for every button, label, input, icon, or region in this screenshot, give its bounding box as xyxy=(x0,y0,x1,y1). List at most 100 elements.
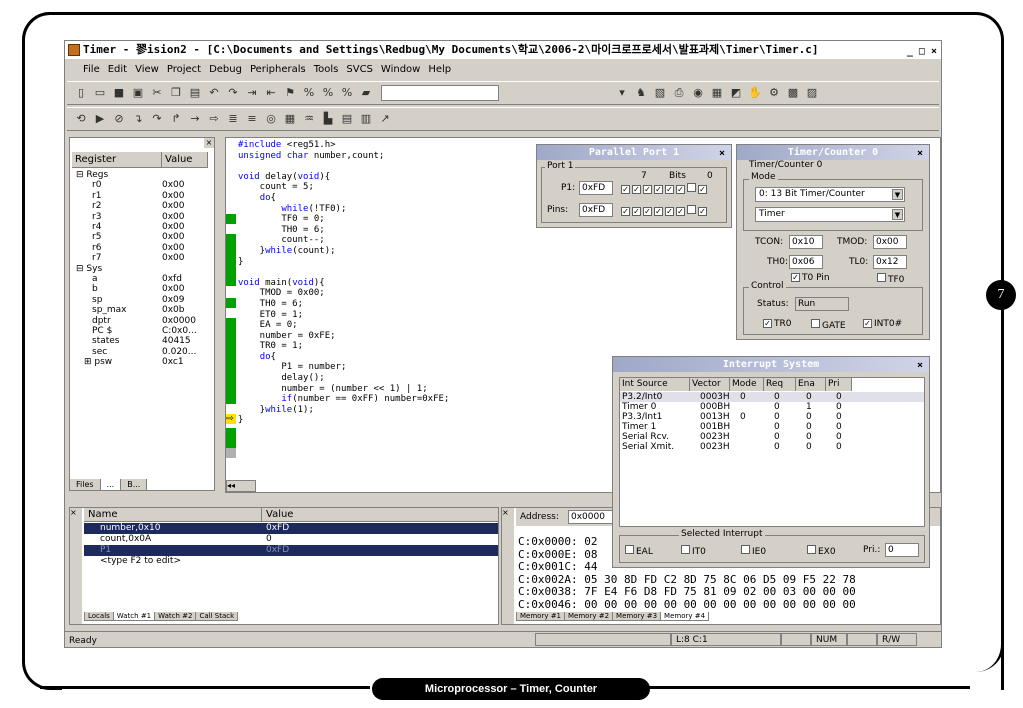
register-name[interactable]: sp xyxy=(92,295,102,305)
serial-window-icon[interactable]: ▥ xyxy=(358,111,374,127)
interrupt-row[interactable]: Timer 1 001BH 0 0 0 xyxy=(620,422,924,432)
bookmark-icon[interactable]: ⚑ xyxy=(282,85,298,101)
port-bit-0-checkbox[interactable]: ✓ xyxy=(698,207,707,216)
memory-dock-close-icon[interactable]: × xyxy=(502,508,514,624)
register-value[interactable]: 0.020... xyxy=(162,347,196,357)
register-value[interactable]: 0x00 xyxy=(162,222,185,232)
watch-name[interactable]: number,0x10 xyxy=(84,523,262,534)
watch-row[interactable]: count,0x0A 0 xyxy=(84,534,498,545)
interrupt-row[interactable]: Timer 0 000BH 0 1 0 xyxy=(620,402,924,412)
code-line[interactable]: TMOD = 0x00; xyxy=(238,288,449,299)
menu-item-edit[interactable]: Edit xyxy=(108,64,127,75)
it0-check-icon[interactable] xyxy=(681,545,690,554)
memory-tab[interactable]: Memory #3 xyxy=(612,612,662,621)
panel-close-icon[interactable]: × xyxy=(204,138,214,148)
code-line[interactable]: number = 0xFE; xyxy=(238,331,449,342)
interrupt-titlebar[interactable]: Interrupt System × xyxy=(613,357,929,372)
menu-item-view[interactable]: View xyxy=(135,64,159,75)
find-combo-input[interactable] xyxy=(381,85,499,101)
code-line[interactable]: if(number == 0xFF) number=0xFE; xyxy=(238,394,449,405)
watch-row[interactable]: number,0x10 0xFD xyxy=(84,523,498,534)
timer-close-icon[interactable]: × xyxy=(917,146,923,161)
watch-header-name[interactable]: Name xyxy=(84,508,262,521)
pins-input[interactable]: 0xFD xyxy=(579,203,613,217)
port-bit-5-checkbox[interactable]: ✓ xyxy=(643,185,652,194)
ie0-checkbox[interactable]: IE0 xyxy=(741,545,766,557)
code-line[interactable]: count--; xyxy=(238,235,449,246)
register-tab[interactable]: ... xyxy=(99,479,122,491)
watch-icon[interactable]: ◎ xyxy=(263,111,279,127)
register-header-value[interactable]: Value xyxy=(162,152,208,167)
tools-icon[interactable]: ⚙ xyxy=(766,85,782,101)
mode-select[interactable]: 0: 13 Bit Timer/Counter ▼ xyxy=(755,187,905,202)
watch-tab[interactable]: Watch #2 xyxy=(154,612,197,621)
tf0-checkbox[interactable]: TF0 xyxy=(877,273,904,285)
options-icon[interactable]: ▩ xyxy=(785,85,801,101)
code-line[interactable]: number = (number << 1) | 1; xyxy=(238,384,449,395)
code-line[interactable] xyxy=(238,161,449,172)
tf0-check-icon[interactable] xyxy=(877,273,886,282)
code-line[interactable]: } xyxy=(238,257,449,268)
register-name[interactable]: r7 xyxy=(92,253,101,263)
watch-header-value[interactable]: Value xyxy=(262,508,498,521)
watch-value[interactable]: 0xFD xyxy=(262,545,498,556)
port-bit-7-checkbox[interactable]: ✓ xyxy=(621,185,630,194)
memory-line[interactable]: C:0x0046: 00 00 00 00 00 00 00 00 00 00 … xyxy=(518,598,856,612)
code-line[interactable]: TH0 = 6; xyxy=(238,299,449,310)
register-value[interactable]: 0x00 xyxy=(162,191,185,201)
port-bit-1-checkbox[interactable] xyxy=(687,205,696,214)
port-bit-6-checkbox[interactable]: ✓ xyxy=(632,185,641,194)
menu-item-project[interactable]: Project xyxy=(167,64,201,75)
register-name[interactable]: ⊞ psw xyxy=(84,357,112,367)
reset-icon[interactable]: ⟲ xyxy=(73,111,89,127)
find-in-files-icon[interactable]: ▰ xyxy=(358,85,374,101)
ex0-checkbox[interactable]: EX0 xyxy=(807,545,836,557)
register-name[interactable]: r4 xyxy=(92,222,101,232)
register-name[interactable]: ⊟ Regs xyxy=(76,170,108,180)
code-line[interactable]: void delay(void){ xyxy=(238,172,449,183)
interrupt-row[interactable]: Serial Rcv. 0023H 0 0 0 xyxy=(620,432,924,442)
show-next-statement-icon[interactable]: ⇨ xyxy=(206,111,222,127)
gate-checkbox[interactable]: GATE xyxy=(811,319,846,331)
editor-scroll-left-icon[interactable]: ◂◂ xyxy=(226,480,256,492)
register-tab[interactable]: Files xyxy=(69,479,101,491)
tmod-input[interactable]: 0x00 xyxy=(873,235,907,249)
code-line[interactable]: void main(void){ xyxy=(238,278,449,289)
code-line[interactable]: while(!TF0); xyxy=(238,204,449,215)
code-line[interactable]: ET0 = 1; xyxy=(238,310,449,321)
copy-icon[interactable]: ❐ xyxy=(168,85,184,101)
port-bit-3-checkbox[interactable]: ✓ xyxy=(665,207,674,216)
watch-row[interactable]: P1 0xFD xyxy=(84,545,498,556)
port-bit-5-checkbox[interactable]: ✓ xyxy=(643,207,652,216)
menu-item-peripherals[interactable]: Peripherals xyxy=(250,64,306,75)
interrupt-header-cell[interactable]: Pri xyxy=(826,378,852,391)
pri-input[interactable]: 0 xyxy=(885,543,919,557)
code-line[interactable]: EA = 0; xyxy=(238,320,449,331)
interrupt-header-cell[interactable]: Ena xyxy=(796,378,826,391)
run-icon[interactable]: ▶ xyxy=(92,111,108,127)
register-name[interactable]: b xyxy=(92,284,98,294)
register-name[interactable]: r5 xyxy=(92,232,101,242)
port-bit-0-checkbox[interactable]: ✓ xyxy=(698,185,707,194)
window-layout-icon[interactable]: ▦ xyxy=(709,85,725,101)
interrupt-row[interactable]: P3.3/Int1 0013H 0 0 0 0 xyxy=(620,412,924,422)
menu-item-debug[interactable]: Debug xyxy=(209,64,242,75)
type-select[interactable]: Timer ▼ xyxy=(755,207,905,222)
int0-checkbox[interactable]: ✓ INT0# xyxy=(863,319,902,329)
tr0-check-icon[interactable]: ✓ xyxy=(763,319,772,328)
register-name[interactable]: r3 xyxy=(92,212,101,222)
register-value[interactable]: 0x00 xyxy=(162,212,185,222)
register-value[interactable]: 0x00 xyxy=(162,180,185,190)
memory-tab[interactable]: Memory #4 xyxy=(660,612,710,621)
run-to-cursor-icon[interactable]: → xyxy=(187,111,203,127)
register-name[interactable]: dptr xyxy=(92,316,111,326)
p1-input[interactable]: 0xFD xyxy=(579,181,613,195)
port-bit-2-checkbox[interactable]: ✓ xyxy=(676,207,685,216)
register-value[interactable]: 0xc1 xyxy=(162,357,184,367)
trace-icon[interactable]: ≣ xyxy=(225,111,241,127)
watch-name[interactable]: P1 xyxy=(84,545,262,556)
code-line[interactable]: TF0 = 0; xyxy=(238,214,449,225)
watch-tab[interactable]: Watch #1 xyxy=(112,612,156,621)
menu-item-help[interactable]: Help xyxy=(428,64,451,75)
stop-icon[interactable]: ⊘ xyxy=(111,111,127,127)
